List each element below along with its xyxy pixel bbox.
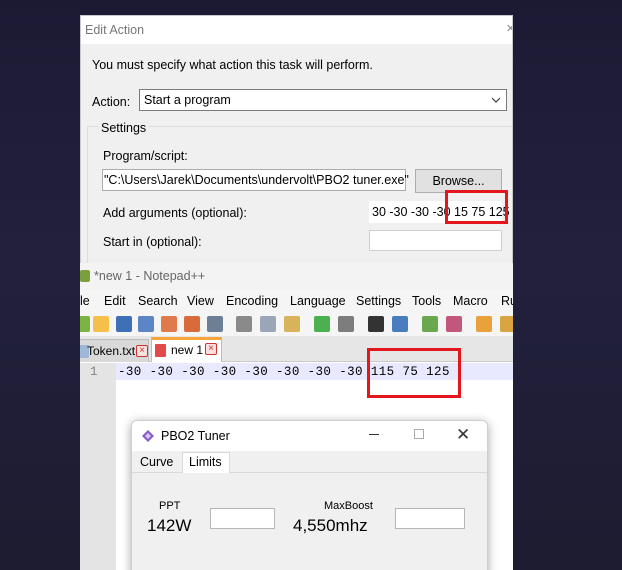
notepad-menubar: le Edit Search View Encoding Language Se… [80, 290, 513, 312]
add-arguments-label: Add arguments (optional): [103, 206, 247, 220]
minimize-icon[interactable] [369, 434, 379, 435]
ppt-value: 142W [147, 516, 192, 535]
action-label: Action: [92, 95, 131, 109]
edit-action-title: Edit Action [85, 23, 145, 37]
maxboost-label: MaxBoost [324, 500, 373, 512]
tab-label: new 1 [171, 343, 204, 357]
pbo2-title: PBO2 Tuner [161, 429, 230, 443]
tab-new-1[interactable]: new 1 × [151, 337, 222, 362]
highlight-box-editor [367, 348, 461, 398]
pbo2-tabstrip: Curve Limits [132, 451, 487, 474]
ppt-input[interactable] [210, 508, 275, 529]
line-number: 1 [90, 365, 98, 379]
close-file-icon[interactable] [161, 316, 177, 332]
zoom-in-icon[interactable] [422, 316, 438, 332]
pbo2-titlebar: PBO2 Tuner ✕ [132, 421, 487, 451]
edit-action-dialog: Edit Action × You must specify what acti… [80, 15, 513, 265]
new-file-icon[interactable] [80, 316, 90, 332]
tab-limits[interactable]: Limits [182, 452, 230, 474]
notepad-app-icon [80, 270, 90, 282]
notepad-titlebar: *new 1 - Notepad++ [80, 263, 513, 290]
tab-curve[interactable]: Curve [140, 455, 173, 469]
menu-language[interactable]: Language [290, 294, 346, 308]
menu-file[interactable]: le [80, 294, 90, 308]
cut-icon[interactable] [236, 316, 252, 332]
tab-token-txt[interactable]: Token.txt × [80, 339, 149, 362]
chevron-down-icon [492, 97, 500, 103]
menu-run[interactable]: Ru [501, 294, 513, 308]
limits-panel: PPT 142W MaxBoost 4,550mhz [132, 473, 487, 570]
edit-action-titlebar: Edit Action × [81, 16, 512, 44]
menu-search[interactable]: Search [138, 294, 178, 308]
settings-legend: Settings [98, 121, 150, 135]
menu-settings[interactable]: Settings [356, 294, 401, 308]
save-all-icon[interactable] [138, 316, 154, 332]
pbo2-app-icon [142, 430, 154, 442]
unsaved-file-icon [155, 344, 166, 357]
menu-edit[interactable]: Edit [104, 294, 126, 308]
maximize-icon[interactable] [414, 429, 424, 439]
undo-icon[interactable] [314, 316, 330, 332]
line-number-gutter: 1 [80, 363, 116, 570]
close-icon[interactable]: ✕ [456, 425, 470, 445]
zoom-out-icon[interactable] [446, 316, 462, 332]
program-script-label: Program/script: [103, 149, 188, 163]
tab-close-icon[interactable]: × [136, 345, 148, 357]
menu-encoding[interactable]: Encoding [226, 294, 278, 308]
redo-icon[interactable] [338, 316, 354, 332]
open-file-icon[interactable] [93, 316, 109, 332]
highlight-box-arguments [445, 190, 508, 224]
ppt-label: PPT [159, 500, 181, 512]
program-script-input[interactable]: "C:\Users\Jarek\Documents\undervolt\PBO2… [102, 169, 409, 191]
menu-macro[interactable]: Macro [453, 294, 488, 308]
find-icon[interactable] [368, 316, 384, 332]
menu-tools[interactable]: Tools [412, 294, 441, 308]
tab-label: Token.txt [87, 344, 136, 358]
program-script-value: "C:\Users\Jarek\Documents\undervolt\PBO2… [104, 173, 409, 187]
notepad-title: *new 1 - Notepad++ [94, 269, 206, 283]
tab-close-icon[interactable]: × [205, 343, 217, 355]
close-all-icon[interactable] [184, 316, 200, 332]
action-select[interactable]: Start a program [139, 89, 507, 111]
instruction-text: You must specify what action this task w… [92, 58, 373, 72]
close-icon[interactable]: × [506, 20, 512, 37]
start-in-label: Start in (optional): [103, 235, 202, 249]
sync-scroll-icon[interactable] [476, 316, 492, 332]
replace-icon[interactable] [392, 316, 408, 332]
menu-view[interactable]: View [187, 294, 214, 308]
copy-icon[interactable] [260, 316, 276, 332]
pbo2-tuner-window: PBO2 Tuner ✕ Curve Limits PPT 142W MaxBo… [131, 420, 488, 570]
save-icon[interactable] [116, 316, 132, 332]
notepad-toolbar [80, 312, 513, 336]
start-in-input[interactable] [369, 230, 502, 251]
paste-icon[interactable] [284, 316, 300, 332]
word-wrap-icon[interactable] [500, 316, 513, 332]
action-select-value: Start a program [144, 93, 231, 107]
maxboost-input[interactable] [395, 508, 465, 529]
maxboost-value: 4,550mhz [293, 516, 368, 535]
print-icon[interactable] [207, 316, 223, 332]
